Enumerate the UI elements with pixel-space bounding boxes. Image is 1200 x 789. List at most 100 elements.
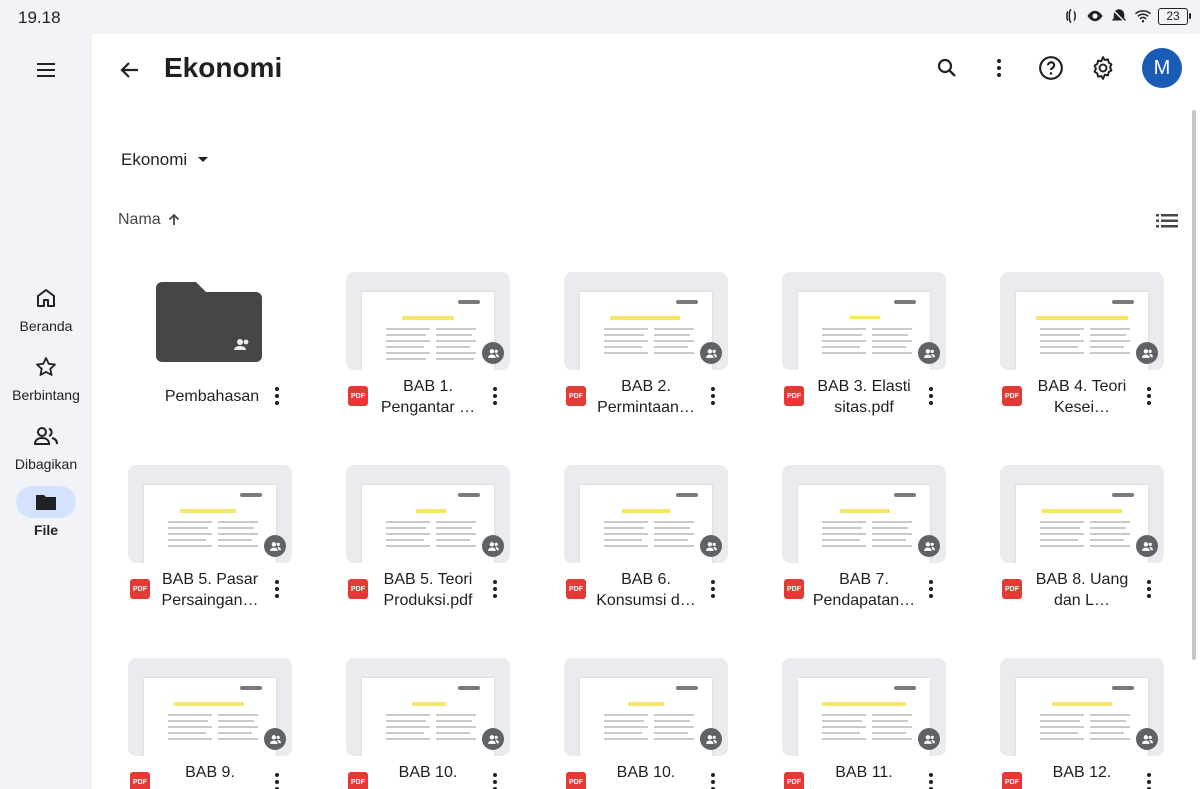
sort-button[interactable]: Nama: [118, 211, 181, 229]
more-options-button[interactable]: [920, 770, 942, 789]
more-options-button[interactable]: [1138, 384, 1160, 408]
shared-folder-icon: [156, 282, 262, 362]
status-time: 19.18: [18, 8, 61, 27]
more-options-button[interactable]: [266, 384, 288, 408]
shared-icon: [918, 728, 940, 750]
file-card[interactable]: PDF BAB 12.: [1000, 658, 1164, 789]
file-card[interactable]: PDF BAB 8. Uang dan L…: [1000, 465, 1164, 617]
file-name: BAB 10.: [398, 764, 458, 781]
pdf-icon: PDF: [566, 579, 586, 599]
hamburger-menu-icon: [37, 63, 55, 77]
more-vert-icon: [929, 580, 933, 598]
more-vert-icon: [1147, 580, 1151, 598]
menu-button[interactable]: [30, 54, 62, 86]
file-name: BAB 12.: [1052, 764, 1112, 781]
shared-icon: [1136, 535, 1158, 557]
more-options-button[interactable]: [1138, 577, 1160, 601]
file-thumbnail: [1000, 272, 1164, 370]
file-name: BAB 1. Pengantar …: [380, 378, 476, 416]
breadcrumb-dropdown[interactable]: Ekonomi: [121, 150, 209, 170]
file-card[interactable]: PDF BAB 4. Teori Kesei…: [1000, 272, 1164, 424]
file-card[interactable]: PDF BAB 2. Permintaan…: [564, 272, 728, 424]
account-avatar[interactable]: M: [1142, 48, 1182, 88]
shared-icon: [482, 342, 504, 364]
file-name: BAB 11.: [835, 764, 893, 781]
more-options-button[interactable]: [484, 770, 506, 789]
arrow-up-icon: [168, 213, 179, 225]
file-name: BAB 5. Teori Produksi.pdf: [383, 571, 473, 609]
pdf-icon: PDF: [784, 386, 804, 406]
more-options-button[interactable]: [702, 577, 724, 601]
more-vert-icon: [1147, 773, 1151, 789]
file-card[interactable]: PDF BAB 11.: [782, 658, 946, 789]
file-name: Pembahasan: [164, 388, 260, 405]
pdf-icon: PDF: [348, 386, 368, 406]
more-vert-icon: [493, 773, 497, 789]
file-card[interactable]: PDF BAB 1. Pengantar …: [346, 272, 510, 424]
file-card[interactable]: PDF BAB 5. Pasar Persaingan…: [128, 465, 292, 617]
more-options-button[interactable]: [980, 49, 1018, 87]
shared-icon: [918, 535, 940, 557]
file-name: BAB 10.: [616, 764, 676, 781]
settings-button[interactable]: [1084, 49, 1122, 87]
wifi-icon: [1134, 7, 1152, 25]
shared-icon: [1136, 728, 1158, 750]
file-thumbnail: [1000, 658, 1164, 756]
nav-item-dibagikan[interactable]: Dibagikan: [0, 420, 92, 472]
folder-item[interactable]: Pembahasan: [128, 272, 292, 424]
home-icon: [16, 282, 76, 314]
more-options-button[interactable]: [266, 770, 288, 789]
more-options-button[interactable]: [266, 577, 288, 601]
breadcrumb-current: Ekonomi: [121, 150, 188, 169]
file-thumbnail: [782, 658, 946, 756]
nav-label: File: [33, 522, 59, 538]
file-card[interactable]: PDF BAB 3. Elasti sitas.pdf: [782, 272, 946, 424]
more-vert-icon: [929, 773, 933, 789]
nav-item-berbintang[interactable]: Berbintang: [0, 351, 92, 403]
back-button[interactable]: [114, 54, 146, 86]
shared-icon: [700, 535, 722, 557]
more-vert-icon: [929, 387, 933, 405]
nav-item-beranda[interactable]: Beranda: [0, 282, 92, 334]
more-vert-icon: [493, 580, 497, 598]
help-icon: [1039, 56, 1063, 80]
search-button[interactable]: [928, 49, 966, 87]
more-options-button[interactable]: [484, 384, 506, 408]
nav-item-file[interactable]: File: [0, 486, 92, 538]
more-options-button[interactable]: [702, 384, 724, 408]
alarm-icon: [1110, 7, 1128, 25]
file-name: BAB 4. Teori Kesei…: [1037, 378, 1127, 416]
help-button[interactable]: [1032, 49, 1070, 87]
file-name: BAB 9.: [185, 764, 235, 781]
file-card[interactable]: PDF BAB 6. Konsumsi d…: [564, 465, 728, 617]
more-options-button[interactable]: [484, 577, 506, 601]
file-thumbnail: [564, 658, 728, 756]
file-thumbnail: [564, 272, 728, 370]
more-options-button[interactable]: [1138, 770, 1160, 789]
file-card[interactable]: PDF BAB 7. Pendapatan…: [782, 465, 946, 617]
nav-label: Dibagikan: [14, 456, 78, 472]
file-card[interactable]: PDF BAB 9.: [128, 658, 292, 789]
file-card[interactable]: PDF BAB 10.: [564, 658, 728, 789]
eye-icon: [1086, 7, 1104, 25]
more-options-button[interactable]: [920, 577, 942, 601]
file-card[interactable]: PDF BAB 10.: [346, 658, 510, 789]
list-view-toggle[interactable]: [1154, 208, 1180, 234]
file-thumbnail: [1000, 465, 1164, 563]
file-thumbnail: [346, 658, 510, 756]
file-card[interactable]: PDF BAB 5. Teori Produksi.pdf: [346, 465, 510, 617]
file-thumbnail: [782, 272, 946, 370]
more-vert-icon: [275, 387, 279, 405]
more-options-button[interactable]: [702, 770, 724, 789]
file-thumbnail: [346, 272, 510, 370]
file-name: BAB 6. Konsumsi d…: [596, 571, 696, 609]
more-vert-icon: [275, 580, 279, 598]
more-options-button[interactable]: [920, 384, 942, 408]
shared-icon: [482, 535, 504, 557]
pdf-icon: PDF: [566, 386, 586, 406]
pdf-icon: PDF: [1002, 386, 1022, 406]
scrollbar[interactable]: [1192, 110, 1196, 660]
file-thumbnail: [128, 465, 292, 563]
search-icon: [937, 58, 956, 77]
more-vert-icon: [997, 59, 1001, 77]
